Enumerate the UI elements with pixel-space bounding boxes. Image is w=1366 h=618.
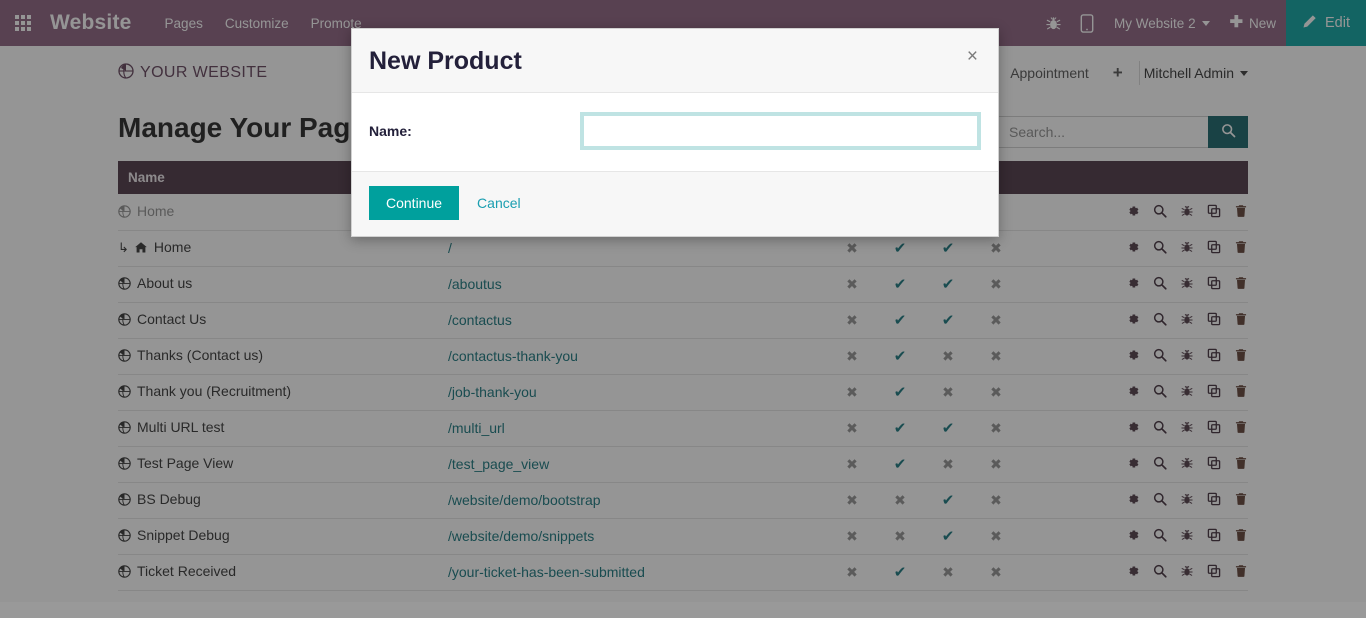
new-product-dialog: New Product × Name: Continue Cancel (351, 28, 999, 237)
dialog-body: Name: (352, 93, 998, 171)
continue-button[interactable]: Continue (369, 186, 460, 220)
dialog-title: New Product (369, 47, 522, 75)
app-screen: YOUR WEBSITE Appointment + Mitchell Admi… (0, 0, 1366, 618)
name-form-row: Name: (369, 112, 981, 150)
dialog-header: New Product × (352, 29, 998, 93)
page-bottom-strip (0, 602, 1366, 618)
dialog-footer: Continue Cancel (352, 171, 998, 236)
name-input[interactable] (583, 116, 977, 146)
cancel-button[interactable]: Cancel (467, 186, 531, 220)
name-field-focus-ring (579, 112, 981, 150)
name-field-label: Name: (369, 123, 412, 139)
close-icon[interactable]: × (963, 45, 982, 68)
